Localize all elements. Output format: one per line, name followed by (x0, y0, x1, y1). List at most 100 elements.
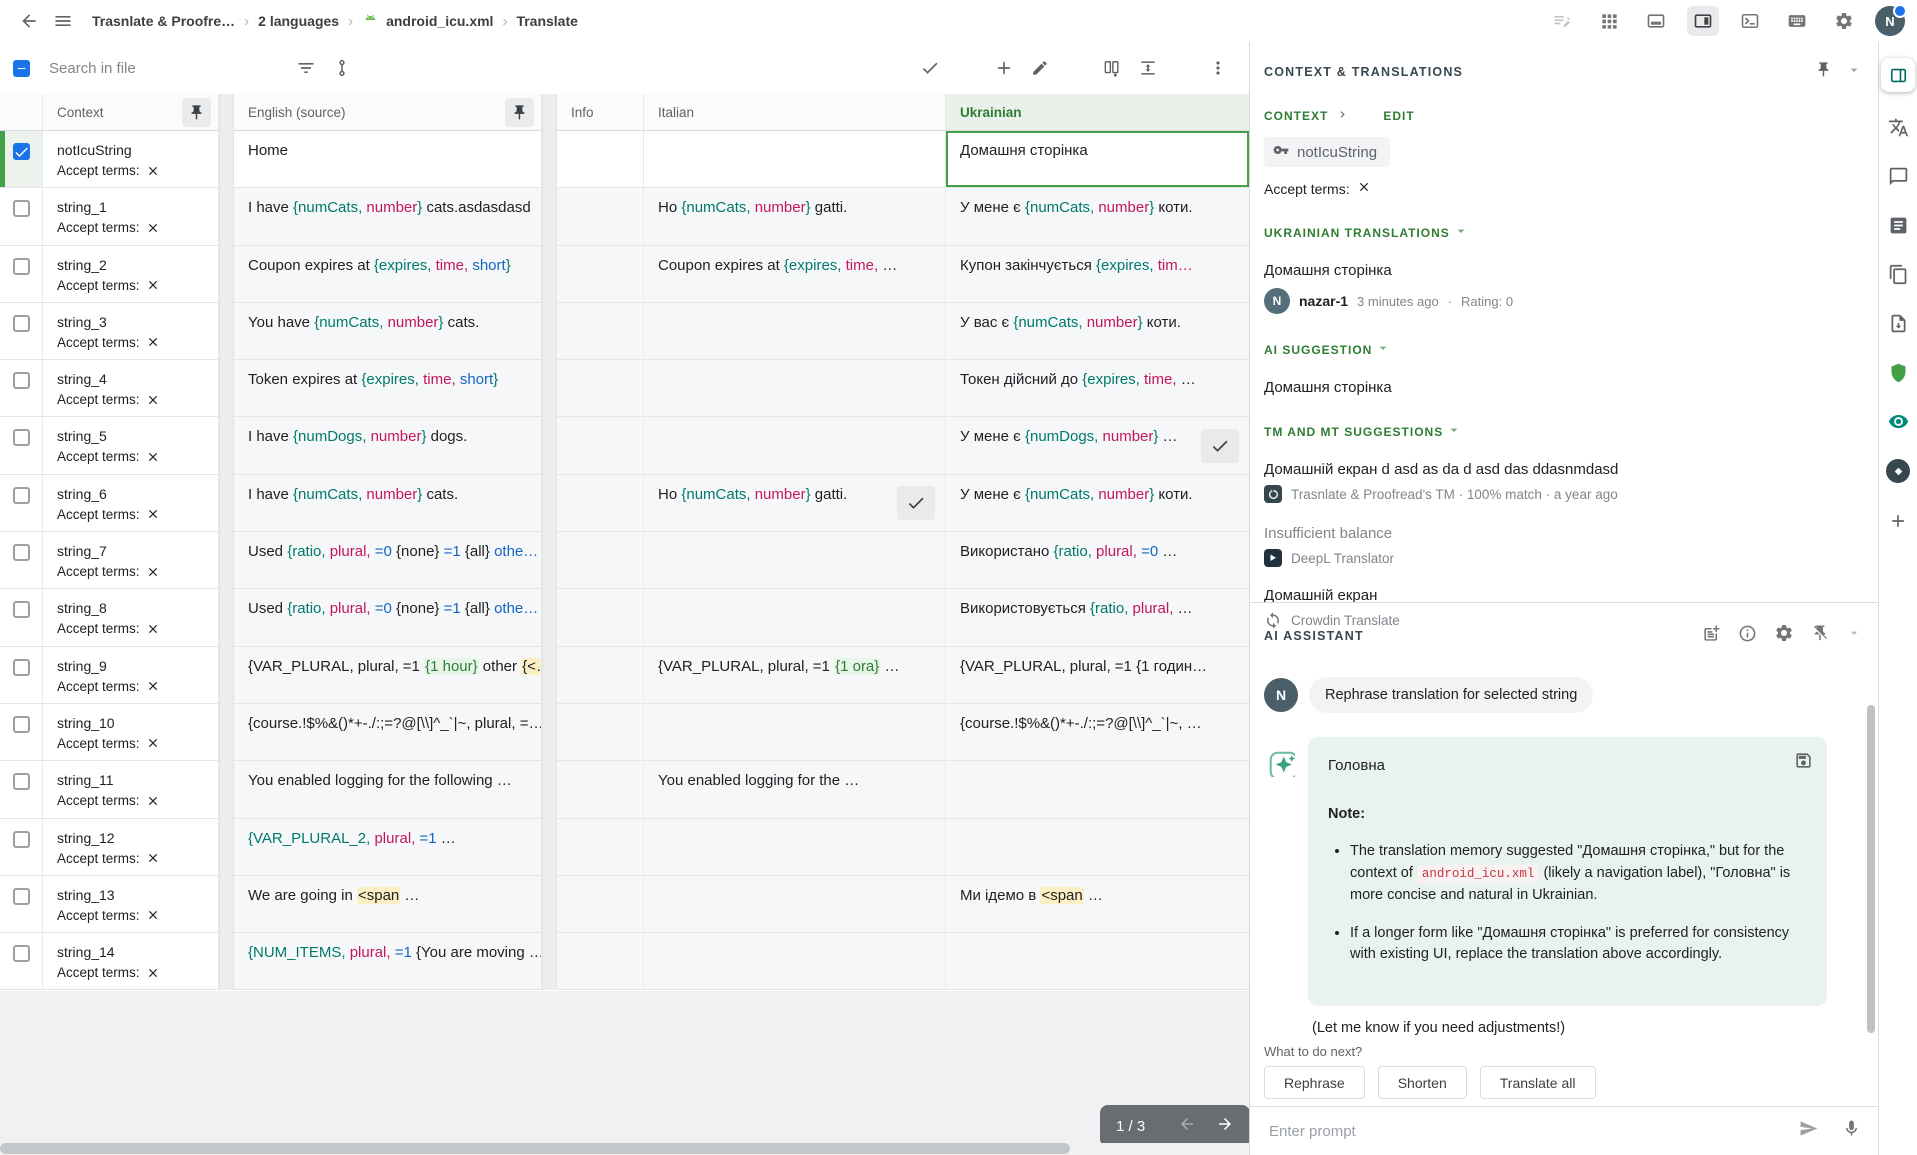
cell-ukrainian[interactable] (946, 933, 1249, 990)
user-avatar[interactable]: N (1875, 6, 1905, 36)
cell-ukrainian[interactable] (946, 761, 1249, 818)
cell-info[interactable] (557, 532, 644, 589)
app-integration-tool[interactable] (1886, 459, 1910, 483)
cell-ukrainian[interactable]: У мене є {numCats, number} коти. (946, 188, 1249, 245)
row-checkbox[interactable] (13, 659, 30, 676)
cell-context[interactable]: string_2 Accept terms: (43, 246, 219, 303)
cell-italian[interactable]: {VAR_PLURAL, plural, =1 {1 ora} … (644, 647, 946, 704)
row-height-button[interactable] (1130, 50, 1166, 86)
cell-english[interactable]: Used {ratio, plural, =0 {none} =1 {all} … (234, 532, 542, 589)
cell-info[interactable] (557, 246, 644, 303)
cell-context[interactable]: string_10 Accept terms: (43, 704, 219, 761)
column-gutter[interactable] (542, 246, 557, 303)
cell-info[interactable] (557, 589, 644, 646)
row-checkbox[interactable] (13, 888, 30, 905)
cell-ukrainian[interactable]: Ми ідемо в <span … (946, 876, 1249, 933)
header-info[interactable]: Info (557, 94, 644, 131)
cell-italian[interactable]: Coupon expires at {expires, time, … (644, 246, 946, 303)
row-checkbox[interactable] (13, 200, 30, 217)
bulk-edit-button[interactable] (1546, 6, 1578, 36)
pin-panel-button[interactable] (1815, 61, 1832, 83)
column-gutter[interactable] (542, 761, 557, 818)
back-button[interactable] (12, 4, 46, 38)
column-gutter[interactable] (542, 532, 557, 589)
cell-context[interactable]: string_3 Accept terms: (43, 303, 219, 360)
pin-icon[interactable] (182, 98, 211, 127)
file-export-tool[interactable] (1887, 312, 1909, 334)
column-gutter[interactable] (542, 475, 557, 532)
column-gutter[interactable] (219, 131, 234, 188)
select-all-checkbox[interactable] (13, 60, 30, 77)
header-italian[interactable]: Italian (644, 94, 946, 131)
cell-italian[interactable] (644, 131, 946, 188)
shield-tool[interactable] (1887, 361, 1909, 383)
copy-tool[interactable] (1887, 263, 1909, 285)
context-link[interactable]: CONTEXT (1264, 109, 1328, 123)
cell-italian[interactable]: Ho {numCats, number} gatti. (644, 475, 946, 532)
ai-suggestion-text[interactable]: Домашня сторінка (1264, 379, 1864, 396)
cell-italian[interactable] (644, 933, 946, 990)
collapse-assistant-button[interactable] (1846, 625, 1862, 646)
cell-ukrainian[interactable]: Використовується {ratio, plural, … (946, 589, 1249, 646)
column-gutter[interactable] (219, 876, 234, 933)
side-by-side-view-button[interactable] (1687, 6, 1719, 36)
article-tool[interactable] (1887, 214, 1909, 236)
approve-button[interactable] (912, 50, 948, 86)
cell-ukrainian[interactable]: У вас є {numCats, number} коти. (946, 303, 1249, 360)
info-button[interactable] (1738, 624, 1757, 648)
translate-all-button[interactable]: Translate all (1480, 1066, 1596, 1099)
cell-english[interactable]: {VAR_PLURAL, plural, =1 {1 hour} other {… (234, 647, 542, 704)
cell-ukrainian[interactable]: Купон закінчується {expires, tim… (946, 246, 1249, 303)
string-key-chip[interactable]: notIcuString (1264, 137, 1390, 167)
row-checkbox[interactable] (13, 258, 30, 275)
column-gutter[interactable] (219, 647, 234, 704)
console-button[interactable] (1734, 6, 1766, 36)
horizontal-scrollbar[interactable] (0, 1143, 1249, 1154)
breadcrumb-item[interactable]: android_icu.xml (362, 13, 493, 30)
cell-info[interactable] (557, 475, 644, 532)
row-checkbox[interactable] (13, 372, 30, 389)
cell-english[interactable]: We are going in <span … (234, 876, 542, 933)
row-checkbox[interactable] (13, 601, 30, 618)
filter-button[interactable] (288, 50, 324, 86)
shortcuts-button[interactable] (1781, 6, 1813, 36)
cell-info[interactable] (557, 876, 644, 933)
cell-ukrainian[interactable]: {VAR_PLURAL, plural, =1 {1 годин… (946, 647, 1249, 704)
microphone-icon[interactable] (1842, 1119, 1861, 1143)
new-conversation-button[interactable] (1702, 624, 1721, 648)
breadcrumb-item[interactable]: Translate (516, 13, 577, 29)
menu-button[interactable] (46, 4, 80, 38)
cell-info[interactable] (557, 933, 644, 990)
cell-context[interactable]: string_6 Accept terms: (43, 475, 219, 532)
translation-text[interactable]: Домашня сторінка (1264, 262, 1864, 279)
row-checkbox[interactable] (13, 831, 30, 848)
cell-context[interactable]: string_4 Accept terms: (43, 360, 219, 417)
cell-ukrainian[interactable]: Використано {ratio, plural, =0 … (946, 532, 1249, 589)
more-options-button[interactable] (1200, 50, 1236, 86)
cell-italian[interactable] (644, 589, 946, 646)
row-checkbox[interactable] (13, 716, 30, 733)
bottom-panel-button[interactable] (1640, 6, 1672, 36)
cell-english[interactable]: I have {numCats, number} cats. (234, 475, 542, 532)
row-checkbox[interactable] (13, 773, 30, 790)
ai-settings-button[interactable] (1774, 623, 1794, 648)
row-checkbox[interactable] (13, 429, 30, 446)
cell-english[interactable]: {NUM_ITEMS, plural, =1 {You are moving … (234, 933, 542, 990)
cell-english[interactable]: Coupon expires at {expires, time, short} (234, 246, 542, 303)
header-context[interactable]: Context (43, 94, 219, 131)
column-gutter[interactable] (542, 188, 557, 245)
cell-english[interactable]: Home (234, 131, 542, 188)
cell-ukrainian[interactable] (946, 819, 1249, 876)
cell-context[interactable]: string_12 Accept terms: (43, 819, 219, 876)
column-gutter[interactable] (219, 360, 234, 417)
row-checkbox[interactable] (13, 143, 30, 160)
horizontal-scrollbar-thumb[interactable] (0, 1143, 1070, 1154)
chat-scrollbar-thumb[interactable] (1867, 705, 1875, 1033)
prompt-input[interactable] (1267, 1122, 1775, 1141)
active-panel-tool[interactable] (1881, 58, 1915, 92)
pin-icon[interactable] (505, 98, 534, 127)
cell-italian[interactable]: You enabled logging for the … (644, 761, 946, 818)
cell-english[interactable]: Used {ratio, plural, =0 {none} =1 {all} … (234, 589, 542, 646)
column-gutter[interactable] (219, 188, 234, 245)
column-gutter[interactable] (542, 933, 557, 990)
